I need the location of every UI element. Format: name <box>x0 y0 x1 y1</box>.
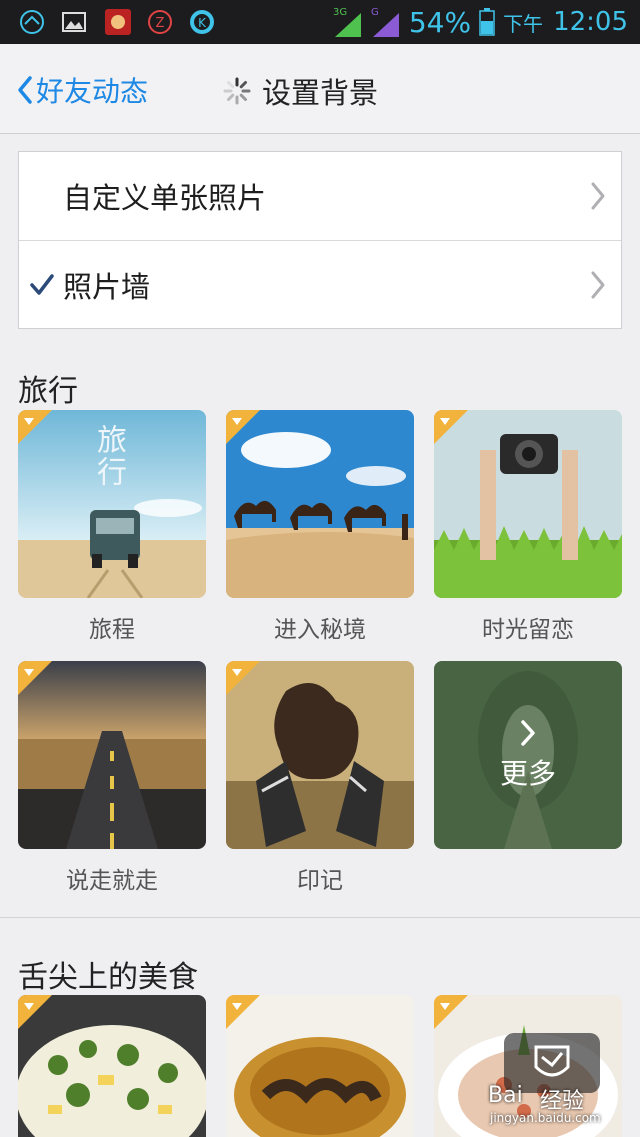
theme-tile-imprint[interactable] <box>226 661 414 849</box>
premium-badge-icon <box>18 661 52 695</box>
premium-badge-icon <box>18 995 52 1029</box>
signal-g-icon: G <box>371 7 399 37</box>
premium-badge-icon <box>226 661 260 695</box>
more-themes-tile[interactable]: 更多 <box>434 661 622 849</box>
premium-badge-icon <box>434 995 468 1029</box>
premium-badge-icon <box>434 410 468 444</box>
more-overlay: 更多 <box>434 661 622 849</box>
checkmark-icon <box>30 273 54 295</box>
watermark-brand: Bai <box>488 1083 523 1108</box>
title-area: 设置背景 <box>222 70 378 112</box>
back-button[interactable]: 好友动态 <box>14 70 148 110</box>
more-label: 更多 <box>499 757 556 790</box>
gallery-icon <box>62 12 86 32</box>
chevron-right-icon <box>591 271 605 298</box>
premium-badge-icon <box>226 410 260 444</box>
svg-text:K: K <box>198 16 207 30</box>
svg-text:Z: Z <box>156 16 165 31</box>
loading-spinner-icon <box>223 77 251 105</box>
net-3g-label: 3G <box>333 7 347 18</box>
theme-tile-enter-mystery[interactable] <box>226 410 414 598</box>
net-g-label: G <box>371 7 379 18</box>
back-label: 好友动态 <box>36 75 149 108</box>
tile-text: 旅行 <box>91 424 126 488</box>
tile-caption: 旅程 <box>89 617 135 643</box>
tile-caption: 印记 <box>297 868 343 894</box>
signal-3g-icon: 3G <box>333 7 361 37</box>
chevron-right-icon <box>521 720 535 746</box>
k-app-icon: K <box>190 10 214 34</box>
chevron-right-icon <box>591 182 605 210</box>
theme-tile-time-memory[interactable] <box>434 410 622 598</box>
app-notification-icon <box>105 9 131 35</box>
theme-tile-food-2[interactable] <box>226 995 414 1137</box>
clock: 12:05 <box>553 7 628 37</box>
battery-icon <box>479 8 495 36</box>
time-ampm: 下午 <box>503 11 544 36</box>
theme-tile-just-go[interactable] <box>18 661 206 849</box>
sleep-icon: Z <box>148 10 172 34</box>
tile-caption: 说走就走 <box>66 868 158 894</box>
option-custom-photo[interactable]: 自定义单张照片 <box>19 152 621 240</box>
option-photo-wall[interactable]: 照片墙 <box>19 240 621 328</box>
status-bar: Z K 3G G 54% 下午 12:05 <box>0 0 640 44</box>
option-label: 照片墙 <box>63 269 151 304</box>
theme-tile-journey[interactable]: 旅行 <box>18 410 206 598</box>
navigation-header: 好友动态 设置背景 <box>0 44 640 134</box>
section-title-travel: 旅行 <box>18 374 78 409</box>
tile-caption: 进入秘境 <box>274 617 366 643</box>
battery-percent: 54% <box>408 5 472 39</box>
section-divider <box>0 917 640 918</box>
tile-caption: 时光留恋 <box>482 617 574 643</box>
section-title-food: 舌尖上的美食 <box>18 960 198 995</box>
baidu-watermark: Bai 经验 jingyan.baidu.com <box>482 1031 632 1131</box>
premium-badge-icon <box>226 995 260 1029</box>
watermark-url: jingyan.baidu.com <box>490 1111 601 1125</box>
background-options-card: 自定义单张照片 照片墙 <box>18 151 622 329</box>
page-title: 设置背景 <box>262 76 379 110</box>
theme-tile-food-1[interactable] <box>18 995 206 1137</box>
option-label: 自定义单张照片 <box>63 181 267 215</box>
notification-app-icon <box>20 10 44 34</box>
chevron-left-icon <box>18 76 32 104</box>
premium-badge-icon <box>18 410 52 444</box>
